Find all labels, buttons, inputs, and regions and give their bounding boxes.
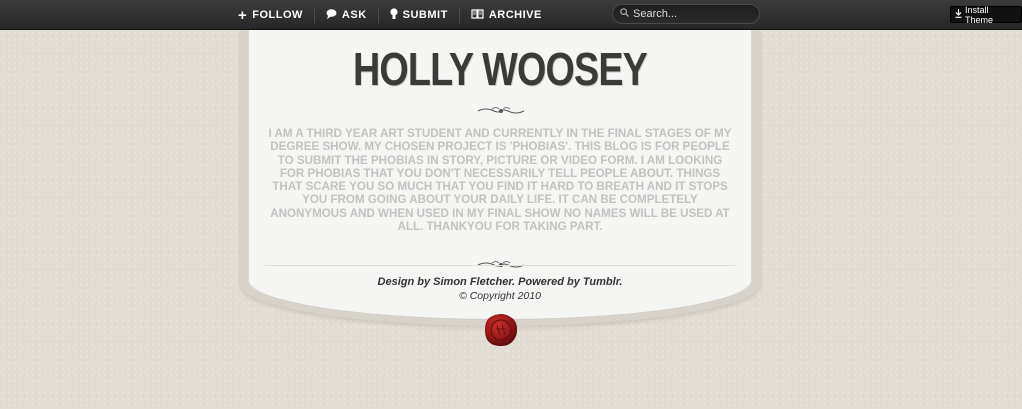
lightbulb-icon [390, 7, 398, 23]
follow-label: FOLLOW [252, 9, 303, 21]
search-input[interactable] [633, 8, 753, 20]
blog-nav: + FOLLOW ASK SUBMIT ARCHIVE [238, 0, 542, 30]
blog-title[interactable]: HOLLY WOOSEY [293, 42, 706, 96]
submit-button[interactable]: SUBMIT [390, 0, 448, 30]
download-icon [955, 9, 962, 20]
search-box [612, 4, 760, 24]
speech-bubble-icon [326, 8, 337, 22]
copyright-text: © Copyright 2010 [459, 290, 541, 302]
install-theme-label: Install Theme [965, 4, 994, 25]
footer-divider [265, 265, 735, 266]
follow-button[interactable]: + FOLLOW [238, 0, 303, 30]
archive-label: ARCHIVE [488, 9, 542, 21]
top-flourish-ornament [477, 107, 525, 114]
ask-label: ASK [341, 9, 367, 21]
nav-divider [458, 7, 460, 23]
nav-divider [313, 7, 315, 23]
wax-seal-icon [485, 314, 517, 346]
submit-label: SUBMIT [402, 9, 448, 21]
plus-icon: + [238, 6, 248, 24]
theme-credits[interactable]: Design by Simon Fletcher. Powered by Tum… [248, 276, 752, 288]
install-theme-button[interactable]: Install Theme [950, 4, 1022, 25]
archive-button[interactable]: ARCHIVE [471, 0, 542, 30]
tumblr-controls-bar: + FOLLOW ASK SUBMIT ARCHIVE Search... In… [0, 0, 1022, 30]
nav-divider [377, 7, 379, 23]
ask-button[interactable]: ASK [326, 0, 367, 30]
book-icon [471, 8, 484, 22]
search-icon [620, 8, 629, 20]
blog-description: I AM A THIRD YEAR ART STUDENT AND CURREN… [268, 127, 732, 234]
